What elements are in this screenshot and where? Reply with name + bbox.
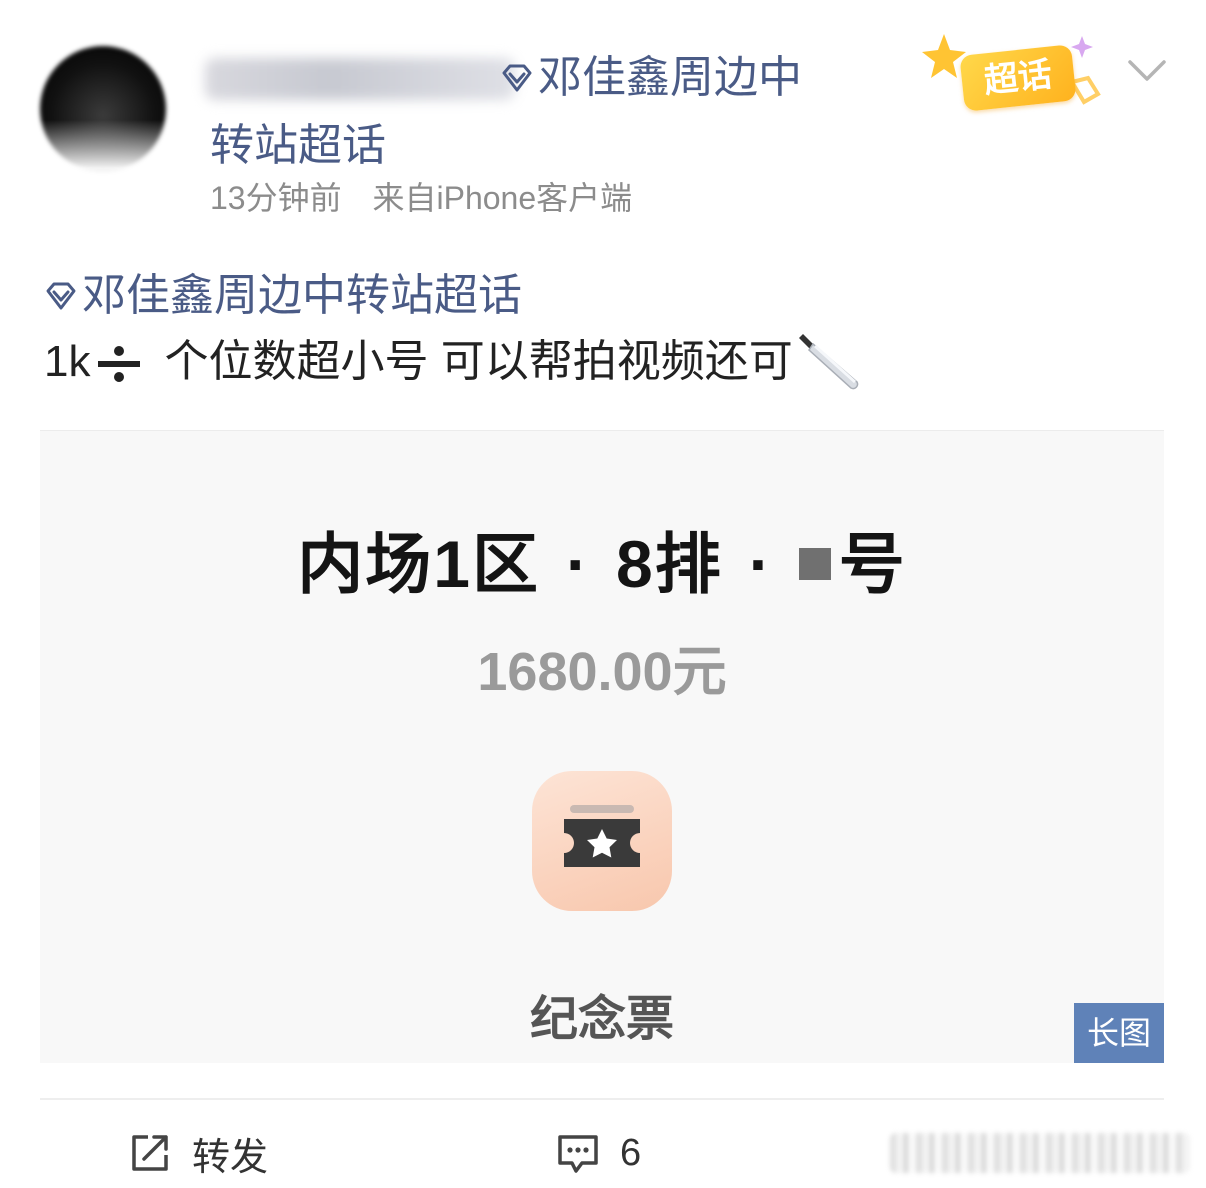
ticket-separator: ·: [566, 527, 590, 601]
ticket-area: 内场1区: [297, 527, 541, 601]
repost-button[interactable]: 转发: [128, 1126, 268, 1180]
diamond-icon: [502, 64, 532, 92]
comment-icon: [558, 1135, 598, 1173]
supertopic-name-part1: 邓佳鑫周边中: [538, 53, 802, 102]
comment-button[interactable]: 6: [556, 1126, 641, 1180]
diamond-icon: [46, 282, 76, 310]
badge-label: 超话: [959, 44, 1077, 112]
username-redacted[interactable]: [205, 58, 515, 100]
ticket-seat-suffix: 号: [838, 527, 907, 601]
divide-icon: [98, 346, 141, 382]
post-text-main: 个位数超小号 可以帮拍视频还可: [164, 337, 793, 386]
like-area-redacted: [890, 1133, 1190, 1173]
post-content: 1k 个位数超小号 可以帮拍视频还可: [44, 330, 861, 394]
supertopic-name-part2[interactable]: 转站超话: [210, 118, 386, 174]
post-meta: 13分钟前 来自iPhone客户端: [210, 176, 632, 220]
divider: [40, 1098, 1164, 1100]
chevron-down-icon[interactable]: [1126, 56, 1168, 86]
souvenir-label: 纪念票: [529, 993, 674, 1046]
avatar-fade: [20, 120, 170, 200]
post-time: 13分钟前: [210, 180, 342, 216]
ticket-price: 1680.00元: [477, 642, 727, 702]
ticket-separator: ·: [748, 527, 773, 601]
post-image[interactable]: 内场1区 · 8排 · 号 1680.00元 纪念票 长图: [40, 430, 1164, 1063]
supertopic-link[interactable]: 邓佳鑫周边中: [500, 50, 802, 106]
repost-label: 转发: [192, 1136, 269, 1179]
topic-tag-text: 邓佳鑫周边中转站超话: [82, 271, 522, 320]
comment-count: 6: [620, 1131, 642, 1174]
knife-emoji-icon: [798, 334, 858, 390]
supertopic-badge[interactable]: 超话: [920, 30, 1110, 120]
post-source: 来自iPhone客户端: [372, 180, 633, 216]
topic-tag-link[interactable]: 邓佳鑫周边中转站超话: [44, 266, 522, 326]
souvenir-ticket-icon: [532, 771, 672, 911]
seat-number-redacted: [798, 547, 831, 580]
ticket-row: 8排: [616, 527, 723, 601]
post-text-prefix: 1k: [44, 337, 91, 386]
ticket-seat-info: 内场1区 · 8排 · 号: [40, 511, 1164, 607]
like-button[interactable]: [890, 1126, 1200, 1180]
share-icon: [132, 1135, 168, 1171]
long-image-badge: 长图: [1074, 1003, 1164, 1063]
